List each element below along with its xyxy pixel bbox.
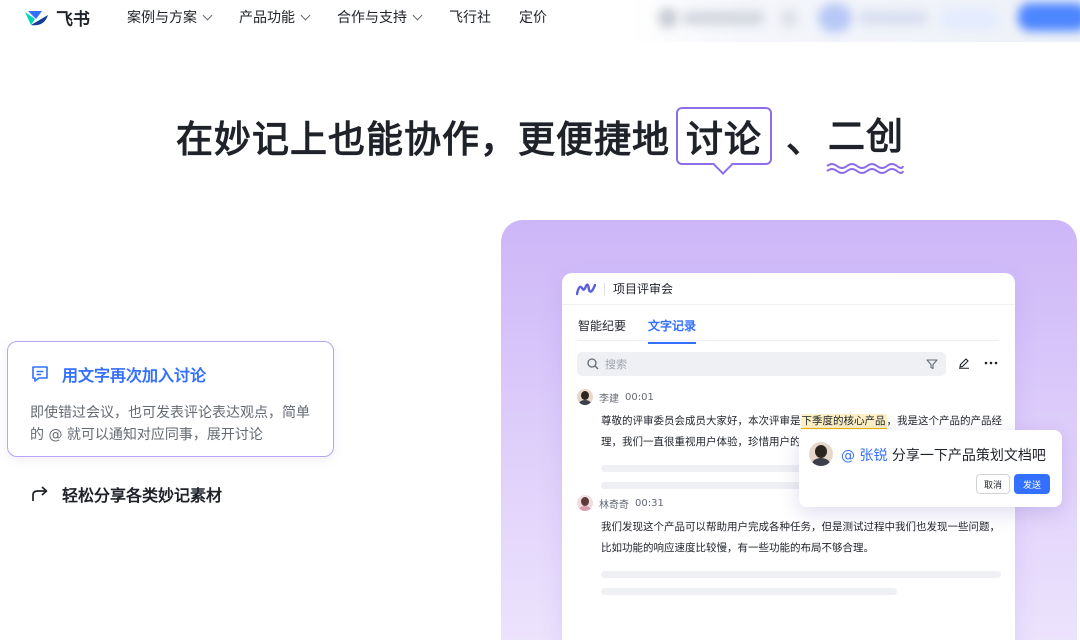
title-divider xyxy=(604,282,605,295)
chevron-down-icon xyxy=(202,10,213,20)
headline-underlined-word: 二创 xyxy=(826,106,904,174)
nav-item-label: 案例与方案 xyxy=(127,10,197,26)
feature-item-share[interactable]: 轻松分享各类妙记素材 xyxy=(30,482,222,506)
blurred-text xyxy=(682,11,764,25)
window-title-bar: 项目评审会 xyxy=(562,273,1015,305)
timestamp[interactable]: 00:01 xyxy=(625,392,654,403)
comment-icon xyxy=(32,366,48,382)
top-nav: 飞书 案例与方案 产品功能 合作与支持 飞行社 定价 xyxy=(0,0,1080,42)
placeholder-line xyxy=(601,588,897,595)
blurred-primary-button[interactable] xyxy=(1018,3,1080,31)
hero-headline: 在妙记上也能协作，更便捷地 讨论 、 二创 xyxy=(0,106,1080,174)
feature-title: 用文字再次加入讨论 xyxy=(30,362,311,386)
headline-separator: 、 xyxy=(786,118,824,161)
minutes-logo-icon xyxy=(576,282,596,295)
nav-item-community[interactable]: 飞行社 xyxy=(449,7,491,27)
search-input[interactable]: 搜索 xyxy=(577,352,946,376)
speaker-name: 李建 xyxy=(599,393,619,405)
wavy-underline-icon xyxy=(826,163,904,174)
feature-title-text: 用文字再次加入讨论 xyxy=(62,366,207,385)
filter-icon[interactable] xyxy=(926,358,938,370)
entry-header: 李建 00:01 xyxy=(577,389,1002,405)
edit-icon[interactable] xyxy=(958,357,970,369)
feature-title-text: 轻松分享各类妙记素材 xyxy=(62,486,223,505)
speaker-name: 林奇奇 xyxy=(599,499,629,511)
blurred-button[interactable] xyxy=(940,8,998,30)
cancel-button[interactable]: 取消 xyxy=(976,474,1010,494)
chevron-down-icon xyxy=(412,10,423,20)
tabs-divider xyxy=(578,340,998,341)
avatar xyxy=(577,389,593,405)
headline-boxed-word: 讨论 xyxy=(676,107,772,165)
timestamp[interactable]: 00:31 xyxy=(635,498,664,509)
blurred-text xyxy=(858,11,928,25)
blurred-icon xyxy=(658,8,678,28)
avatar xyxy=(577,495,593,511)
nav-item-label: 产品功能 xyxy=(239,10,295,26)
placeholder-line xyxy=(601,482,811,489)
nav-item-cases[interactable]: 案例与方案 xyxy=(127,7,213,27)
nav-item-partners[interactable]: 合作与支持 xyxy=(337,7,423,27)
nav-item-label: 飞行社 xyxy=(449,10,491,26)
meeting-title: 项目评审会 xyxy=(613,282,674,296)
comment-text: 分享一下产品策划文档吧 xyxy=(887,448,1046,464)
feature-card-comment[interactable]: 用文字再次加入讨论 即使错过会议，也可发表评论表达观点，简单的 @ 就可以通知对… xyxy=(7,341,334,457)
blurred-icon xyxy=(780,9,798,27)
chevron-down-icon xyxy=(300,10,311,20)
brand-logo[interactable]: 飞书 xyxy=(22,5,90,30)
nav-actions-blurred xyxy=(630,0,1080,42)
search-icon xyxy=(587,358,599,370)
mention-comment-popup: @ 张锐 分享一下产品策划文档吧 取消 发送 xyxy=(799,430,1062,507)
highlighted-phrase[interactable]: 下季度的核心产品 xyxy=(800,414,887,429)
nav-item-label: 定价 xyxy=(519,10,547,26)
send-button[interactable]: 发送 xyxy=(1014,474,1050,494)
page: 飞书 案例与方案 产品功能 合作与支持 飞行社 定价 在妙记上也能协作，更便捷地… xyxy=(0,0,1080,640)
avatar xyxy=(809,442,833,466)
transcript-text: 我们发现这个产品可以帮助用户完成各种任务，但是测试过程中我们也发现一些问题，比如… xyxy=(601,521,1000,554)
blurred-avatar[interactable] xyxy=(818,3,852,33)
share-icon xyxy=(32,486,48,501)
transcript-segment: 尊敬的评审委员会成员大家好，本次评审是 xyxy=(601,415,801,427)
nav-item-features[interactable]: 产品功能 xyxy=(239,7,311,27)
more-icon[interactable] xyxy=(984,361,998,365)
headline-prefix: 在妙记上也能协作，更便捷地 xyxy=(176,118,670,161)
brand-name: 飞书 xyxy=(56,10,90,30)
feishu-logo-icon xyxy=(25,10,48,25)
transcript-entry: 林奇奇 00:31 我们发现这个产品可以帮助用户完成各种任务，但是测试过程中我们… xyxy=(577,495,1002,595)
search-placeholder: 搜索 xyxy=(605,358,627,371)
nav-menu: 案例与方案 产品功能 合作与支持 飞行社 定价 xyxy=(127,7,547,27)
mention-tag: @ 张锐 xyxy=(841,448,888,464)
headline-underlined-text: 二创 xyxy=(828,115,904,158)
placeholder-line xyxy=(601,571,1001,578)
nav-item-pricing[interactable]: 定价 xyxy=(519,7,547,27)
comment-input[interactable]: @ 张锐 分享一下产品策划文档吧 xyxy=(841,445,1046,465)
feature-description: 即使错过会议，也可发表评论表达观点，简单的 @ 就可以通知对应同事，展开讨论 xyxy=(30,405,310,443)
nav-item-label: 合作与支持 xyxy=(337,10,407,26)
